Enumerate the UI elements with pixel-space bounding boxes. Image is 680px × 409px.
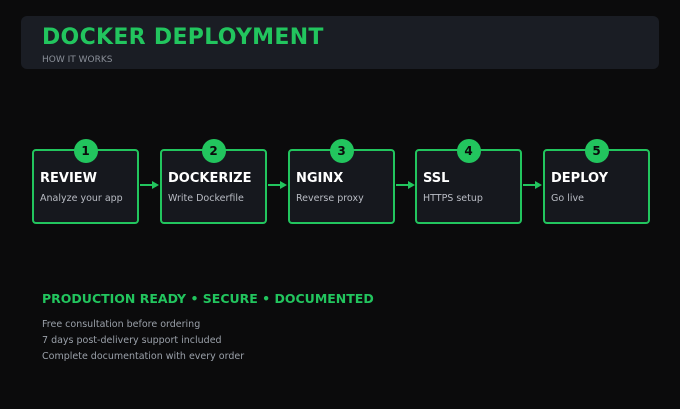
note-item: Free consultation before ordering bbox=[42, 319, 201, 330]
step-ssl: 4 SSL HTTPS setup bbox=[415, 139, 522, 224]
step-number-badge: 1 bbox=[73, 139, 98, 163]
step-title: REVIEW bbox=[40, 171, 98, 186]
process-flow: 1 REVIEW Analyze your app 2 DOCKERIZE Wr… bbox=[0, 0, 680, 260]
step-deploy: 5 DEPLOY Go live bbox=[543, 139, 650, 224]
arrow-right-icon bbox=[523, 181, 542, 189]
feature-notes: Free consultation before ordering 7 days… bbox=[42, 319, 244, 367]
note-item: Complete documentation with every order bbox=[42, 351, 245, 362]
step-description: HTTPS setup bbox=[423, 193, 483, 204]
step-nginx: 3 NGINX Reverse proxy bbox=[288, 139, 395, 224]
arrow-right-icon bbox=[268, 181, 287, 189]
step-number-badge: 3 bbox=[329, 139, 354, 163]
step-title: DEPLOY bbox=[551, 171, 609, 186]
arrow-right-icon bbox=[396, 181, 415, 189]
step-description: Write Dockerfile bbox=[168, 193, 244, 204]
step-number-badge: 4 bbox=[456, 139, 481, 163]
step-dockerize: 2 DOCKERIZE Write Dockerfile bbox=[160, 139, 267, 224]
step-description: Go live bbox=[551, 193, 584, 204]
step-title: DOCKERIZE bbox=[168, 171, 252, 186]
step-title: NGINX bbox=[296, 171, 344, 186]
note-item: 7 days post-delivery support included bbox=[42, 335, 222, 346]
tagline: PRODUCTION READY • SECURE • DOCUMENTED bbox=[42, 291, 374, 306]
step-description: Reverse proxy bbox=[296, 193, 364, 204]
step-review: 1 REVIEW Analyze your app bbox=[32, 139, 139, 224]
step-number-badge: 5 bbox=[584, 139, 609, 163]
step-number-badge: 2 bbox=[201, 139, 226, 163]
step-title: SSL bbox=[423, 171, 450, 186]
arrow-right-icon bbox=[140, 181, 159, 189]
step-description: Analyze your app bbox=[40, 193, 123, 204]
